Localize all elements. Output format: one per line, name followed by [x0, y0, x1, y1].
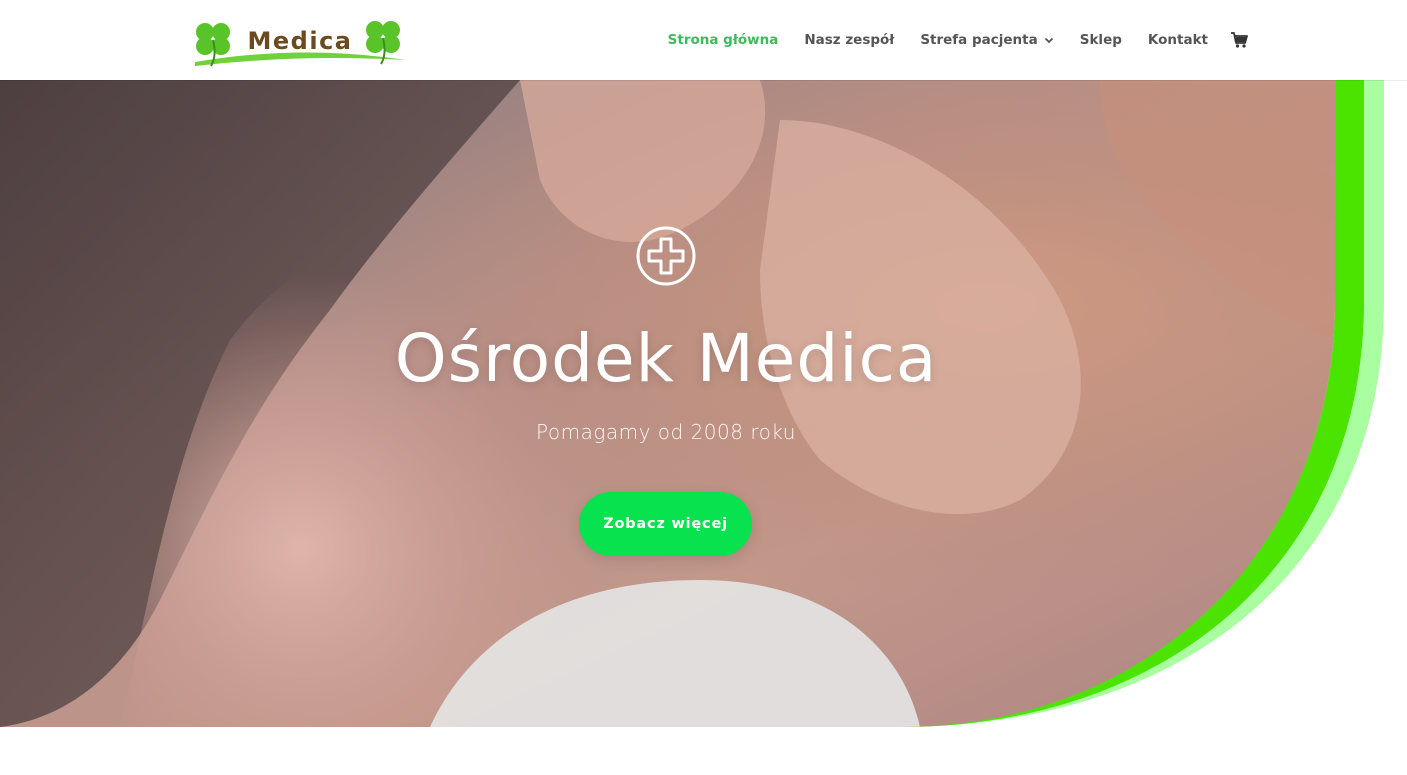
hero-section: Ośrodek Medica Pomagamy od 2008 roku Zob… [0, 80, 1407, 727]
logo[interactable]: Medica [191, 14, 409, 68]
nav-item-label: Nasz zespół [804, 32, 895, 48]
nav-item-contact[interactable]: Kontakt [1148, 32, 1208, 48]
hero-title: Ośrodek Medica [394, 320, 938, 397]
hero-subtitle: Pomagamy od 2008 roku [536, 420, 796, 444]
nav-item-label: Strefa pacjenta [920, 32, 1038, 48]
nav-item-team[interactable]: Nasz zespół [804, 32, 894, 48]
logo-text: Medica [248, 27, 353, 55]
hero-content: Ośrodek Medica Pomagamy od 2008 roku Zob… [0, 80, 1332, 727]
main-nav: Strona główna Nasz zespół Strefa pacjent… [642, 0, 1248, 80]
nav-item-label: Kontakt [1147, 32, 1208, 48]
plus-circle-icon [636, 226, 696, 286]
chevron-down-icon [1044, 37, 1053, 44]
see-more-button[interactable]: Zobacz więcej [579, 492, 752, 556]
see-more-button-label: Zobacz więcej [603, 516, 728, 532]
nav-item-label: Strona główna [667, 32, 779, 48]
shopping-cart-icon[interactable] [1230, 31, 1248, 49]
nav-item-label: Sklep [1079, 32, 1122, 48]
nav-item-home[interactable]: Strona główna [668, 32, 779, 48]
nav-item-shop[interactable]: Sklep [1080, 32, 1122, 48]
nav-item-patient-zone[interactable]: Strefa pacjenta [920, 32, 1053, 48]
site-header: Medica Strona główna Nasz zespół Strefa … [0, 0, 1407, 80]
